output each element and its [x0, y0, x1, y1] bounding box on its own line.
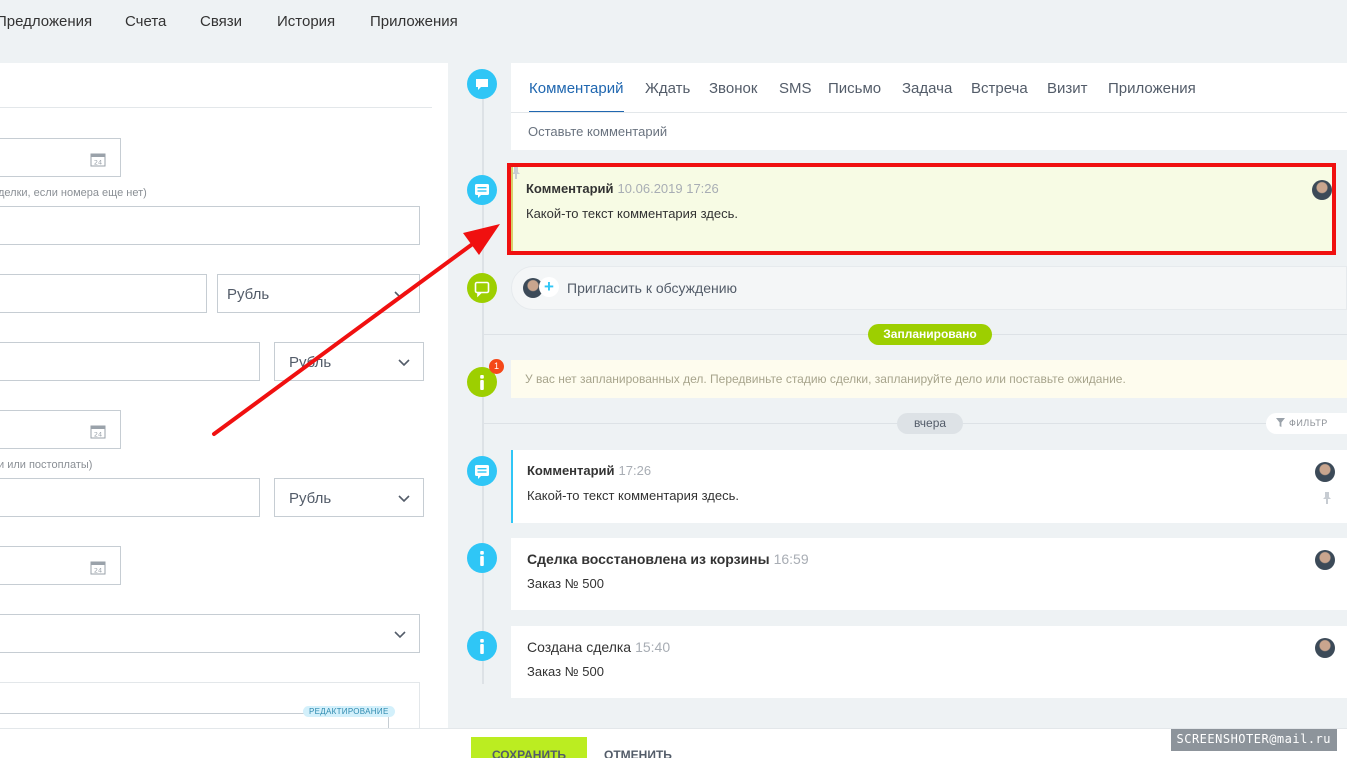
day-label: вчера	[897, 413, 963, 434]
comment-input[interactable]: Оставьте комментарий	[528, 124, 667, 139]
calendar-day-text: 24	[94, 159, 102, 167]
top-tab-bar: Предложения Счета Связи История Приложен…	[0, 0, 1347, 44]
planned-notice-text: У вас нет запланированных дел. Передвинь…	[525, 372, 1126, 386]
tab-history[interactable]: История	[277, 13, 335, 30]
comment-title-text: Комментарий	[526, 181, 614, 196]
chevron-down-icon	[394, 631, 406, 639]
amount-field-2[interactable]	[0, 342, 260, 381]
footer-bar: СОХРАНИТЬ ОТМЕНИТЬ	[0, 728, 1347, 758]
comment-time: 10.06.2019 17:26	[617, 181, 719, 196]
save-button[interactable]: СОХРАНИТЬ	[471, 737, 587, 758]
comment-title: Комментарий 10.06.2019 17:26	[526, 181, 719, 196]
avatar[interactable]	[1315, 638, 1335, 658]
edit-mode-badge[interactable]: РЕДАКТИРОВАНИЕ	[303, 706, 395, 717]
add-participant-button[interactable]: +	[539, 277, 559, 297]
history-text: Заказ № 500	[527, 576, 604, 591]
history-title: Сделка восстановлена из корзины 16:59	[527, 551, 809, 567]
currency-select-label: Рубль	[289, 354, 332, 371]
notification-badge: 1	[489, 359, 504, 374]
calendar-day-text: 24	[94, 567, 102, 575]
comment-text: Какой-то текст комментария здесь.	[526, 206, 738, 221]
history-title-text: Комментарий	[527, 463, 615, 478]
composer-tab-comment[interactable]: Комментарий	[529, 80, 623, 97]
composer-tab-meeting[interactable]: Встреча	[971, 80, 1028, 97]
amount-field-1[interactable]	[0, 274, 207, 313]
deal-form-panel: 24 делки, если номера еще нет) Рубль Руб…	[0, 63, 448, 733]
pin-icon[interactable]	[1322, 492, 1332, 504]
amount-field-3[interactable]	[0, 478, 260, 517]
history-title-text: Сделка восстановлена из корзины	[527, 551, 770, 567]
filter-label: ФИЛЬТР	[1289, 418, 1328, 428]
filter-icon	[1276, 418, 1285, 427]
currency-select-3[interactable]: Рубль	[274, 478, 424, 517]
chevron-down-icon	[394, 291, 406, 299]
tab-invoices[interactable]: Счета	[125, 13, 166, 30]
calendar-icon[interactable]: 24	[90, 423, 106, 439]
composer-divider	[511, 112, 1347, 113]
history-comment-card[interactable]: Комментарий 17:26 Какой-то текст коммента…	[511, 450, 1347, 523]
tab-applications[interactable]: Приложения	[370, 13, 458, 30]
highlighted-comment-card[interactable]: Комментарий 10.06.2019 17:26 Какой-то тек…	[507, 163, 1336, 255]
comment-icon	[467, 456, 497, 486]
invite-text[interactable]: Пригласить к обсуждению	[567, 280, 737, 296]
text-field[interactable]	[0, 206, 420, 245]
info-icon	[467, 543, 497, 573]
comment-icon	[467, 175, 497, 205]
cancel-button[interactable]: ОТМЕНИТЬ	[604, 748, 672, 758]
history-title: Создана сделка 15:40	[527, 639, 670, 655]
date-field-3[interactable]: 24	[0, 546, 121, 585]
tab-offers[interactable]: Предложения	[0, 13, 92, 30]
currency-select-label: Рубль	[227, 286, 270, 303]
avatar[interactable]	[1315, 462, 1335, 482]
history-time: 16:59	[773, 551, 809, 567]
chat-icon	[467, 69, 497, 99]
currency-select-2[interactable]: Рубль	[274, 342, 424, 381]
chevron-down-icon	[398, 359, 410, 367]
panel-divider	[0, 107, 432, 108]
history-text: Какой-то текст комментария здесь.	[527, 488, 739, 503]
calendar-icon[interactable]: 24	[90, 151, 106, 167]
date-field-1[interactable]: 24	[0, 138, 121, 177]
currency-select-label: Рубль	[289, 490, 332, 507]
avatar[interactable]	[1312, 180, 1332, 200]
chevron-down-icon	[398, 495, 410, 503]
composer-tab-task[interactable]: Задача	[902, 80, 952, 97]
history-time: 17:26	[618, 463, 652, 478]
calendar-day-text: 24	[94, 431, 102, 439]
planned-label: Запланировано	[868, 324, 992, 345]
field-hint: и или постоплаты)	[0, 459, 93, 471]
currency-select-1[interactable]: Рубль	[217, 274, 420, 313]
watermark: SCREENSHOTER@mail.ru	[1170, 729, 1337, 751]
calendar-icon[interactable]: 24	[90, 559, 106, 575]
dropdown-select[interactable]	[0, 614, 420, 653]
composer-tab-sms[interactable]: SMS	[779, 80, 812, 97]
filter-button[interactable]: ФИЛЬТР	[1266, 413, 1347, 434]
composer-tab-visit[interactable]: Визит	[1047, 80, 1088, 97]
composer-tab-call[interactable]: Звонок	[709, 80, 757, 97]
composer-tab-wait[interactable]: Ждать	[645, 80, 690, 97]
tab-links[interactable]: Связи	[200, 13, 242, 30]
history-title-text: Создана сделка	[527, 639, 632, 655]
activity-composer: Комментарий Ждать Звонок SMS Письмо Зада…	[511, 63, 1347, 150]
avatar[interactable]	[1315, 550, 1335, 570]
history-text: Заказ № 500	[527, 664, 604, 679]
date-field-2[interactable]: 24	[0, 410, 121, 449]
field-hint: делки, если номера еще нет)	[0, 187, 147, 199]
edit-block: РЕДАКТИРОВАНИЕ	[0, 682, 420, 733]
history-created-card[interactable]: Создана сделка 15:40 Заказ № 500	[511, 626, 1347, 698]
invite-to-discussion[interactable]: + Пригласить к обсуждению	[511, 266, 1347, 310]
composer-tab-email[interactable]: Письмо	[828, 80, 881, 97]
planned-notice: У вас нет запланированных дел. Передвинь…	[511, 360, 1347, 398]
discussion-icon	[467, 273, 497, 303]
composer-tab-apps[interactable]: Приложения	[1108, 80, 1196, 97]
history-restore-card[interactable]: Сделка восстановлена из корзины 16:59 Зак…	[511, 538, 1347, 610]
card-accent	[511, 167, 513, 251]
history-time: 15:40	[635, 639, 671, 655]
info-icon	[467, 631, 497, 661]
history-title: Комментарий 17:26	[527, 463, 651, 478]
